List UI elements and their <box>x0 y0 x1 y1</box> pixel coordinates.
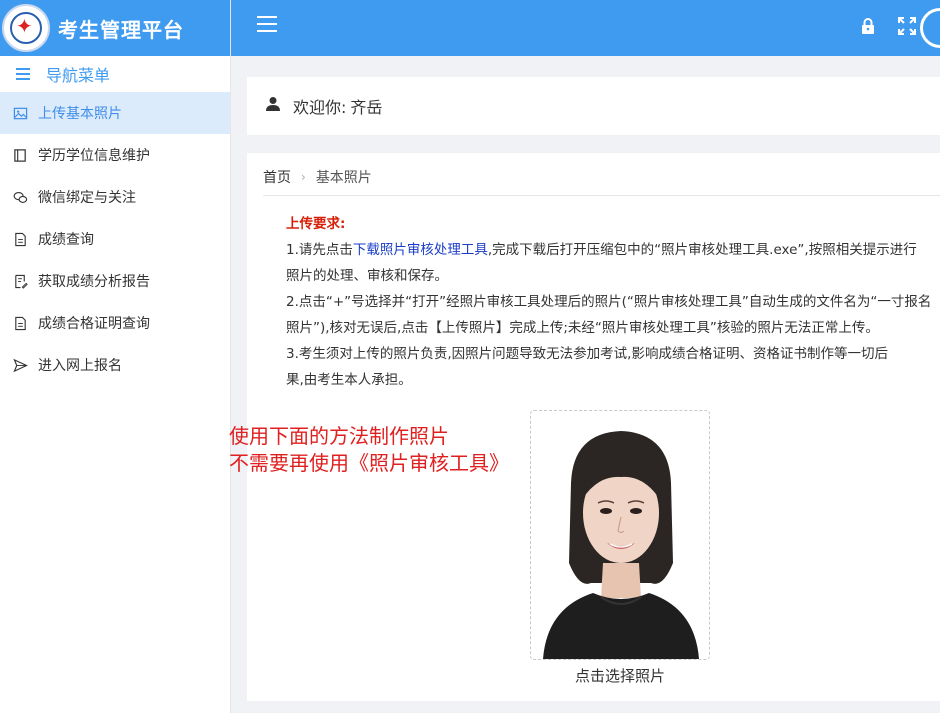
breadcrumb-current: 基本照片 <box>315 170 372 186</box>
main-card: 首页 › 基本照片 上传要求: 1.请先点击下载照片审核处理工具,完成下载后打开… <box>229 153 940 701</box>
sidebar-item-label: 获取成绩分析报告 <box>38 274 150 290</box>
sidebar-item-score-query[interactable]: 成绩查询 <box>0 218 230 260</box>
annotation-line-1: 使用下面的方法制作照片 <box>229 424 449 448</box>
report-icon <box>12 273 28 289</box>
divider <box>263 195 940 196</box>
sidebar-item-education[interactable]: 学历学位信息维护 <box>0 134 230 176</box>
photo-caption[interactable]: 点击选择照片 <box>530 665 710 686</box>
sidebar-item-online-registration[interactable]: 进入网上报名 <box>0 344 230 386</box>
sidebar-item-wechat[interactable]: 微信绑定与关注 <box>0 176 230 218</box>
id-photo <box>533 413 709 659</box>
breadcrumb-home[interactable]: 首页 <box>263 167 291 187</box>
sidebar-item-label: 成绩查询 <box>38 232 94 248</box>
sidebar-item-upload-photo[interactable]: 上传基本照片 <box>0 92 230 134</box>
breadcrumb: 首页 › 基本照片 <box>263 167 372 187</box>
sidebar-item-label: 微信绑定与关注 <box>38 190 136 206</box>
image-icon <box>12 105 28 121</box>
welcome-name: 齐岳 <box>350 98 383 117</box>
brand-bar: ✦ 考生管理平台 <box>0 0 230 56</box>
photo-upload-box[interactable] <box>530 410 710 660</box>
requirement-line-2: 照片的处理、审核和保存。 <box>286 268 448 284</box>
requirement-text: ,完成下载后打开压缩包中的“照片审核处理工具.exe”,按照相关提示进行 <box>487 242 917 258</box>
send-icon <box>12 357 28 373</box>
sidebar-item-certificate[interactable]: 成绩合格证明查询 <box>0 302 230 344</box>
wechat-icon <box>12 189 28 205</box>
download-tool-link[interactable]: 下载照片审核处理工具 <box>353 242 488 258</box>
sidebar-item-label: 学历学位信息维护 <box>38 148 150 164</box>
requirement-text: 1.请先点击 <box>286 242 353 258</box>
user-icon <box>265 96 281 116</box>
certificate-icon <box>12 315 28 331</box>
requirements-title: 上传要求: <box>286 216 346 232</box>
red-annotation: 使用下面的方法制作照片 不需要再使用《照片审核工具》 <box>229 423 509 477</box>
requirement-line-6: 果,由考生本人承担。 <box>286 372 412 388</box>
book-icon <box>12 147 28 163</box>
fullscreen-icon[interactable] <box>897 16 917 36</box>
chevron-right-icon: › <box>301 170 306 184</box>
requirement-line-4: 照片”),核对无误后,点击【上传照片】完成上传;未经“照片审核处理工具”核验的照… <box>286 320 879 336</box>
requirement-line-5: 3.考生须对上传的照片负责,因照片问题导致无法参加考试,影响成绩合格证明、资格证… <box>286 346 888 362</box>
welcome-card: 欢迎你: 齐岳 <box>247 77 940 135</box>
sidebar-item-label: 上传基本照片 <box>38 106 122 122</box>
welcome-label: 欢迎你: <box>293 98 347 117</box>
lock-icon[interactable] <box>858 16 878 36</box>
sidebar: ✦ 考生管理平台 导航菜单 上传基本照片 学历学位信息维护 微信绑定与关注 成绩… <box>0 0 231 713</box>
sidebar-item-label: 成绩合格证明查询 <box>38 316 150 332</box>
requirement-line-1: 1.请先点击下载照片审核处理工具,完成下载后打开压缩包中的“照片审核处理工具.e… <box>286 237 940 263</box>
hamburger-menu-icon[interactable] <box>257 16 277 34</box>
document-icon <box>12 231 28 247</box>
logo: ✦ <box>2 4 50 52</box>
nav-header-label: 导航菜单 <box>46 66 111 85</box>
avatar[interactable] <box>920 8 940 48</box>
menu-list-icon <box>16 65 30 83</box>
annotation-line-2: 不需要再使用《照片审核工具》 <box>229 451 509 475</box>
requirement-line-3: 2.点击“+”号选择并“打开”经照片审核工具处理后的照片(“照片审核处理工具”自… <box>286 294 932 310</box>
nav-header: 导航菜单 <box>0 56 230 92</box>
top-bar <box>231 0 940 56</box>
upload-requirements: 上传要求: 1.请先点击下载照片审核处理工具,完成下载后打开压缩包中的“照片审核… <box>286 211 940 393</box>
sidebar-item-score-report[interactable]: 获取成绩分析报告 <box>0 260 230 302</box>
app-title: 考生管理平台 <box>58 17 184 42</box>
sidebar-item-label: 进入网上报名 <box>38 358 122 374</box>
